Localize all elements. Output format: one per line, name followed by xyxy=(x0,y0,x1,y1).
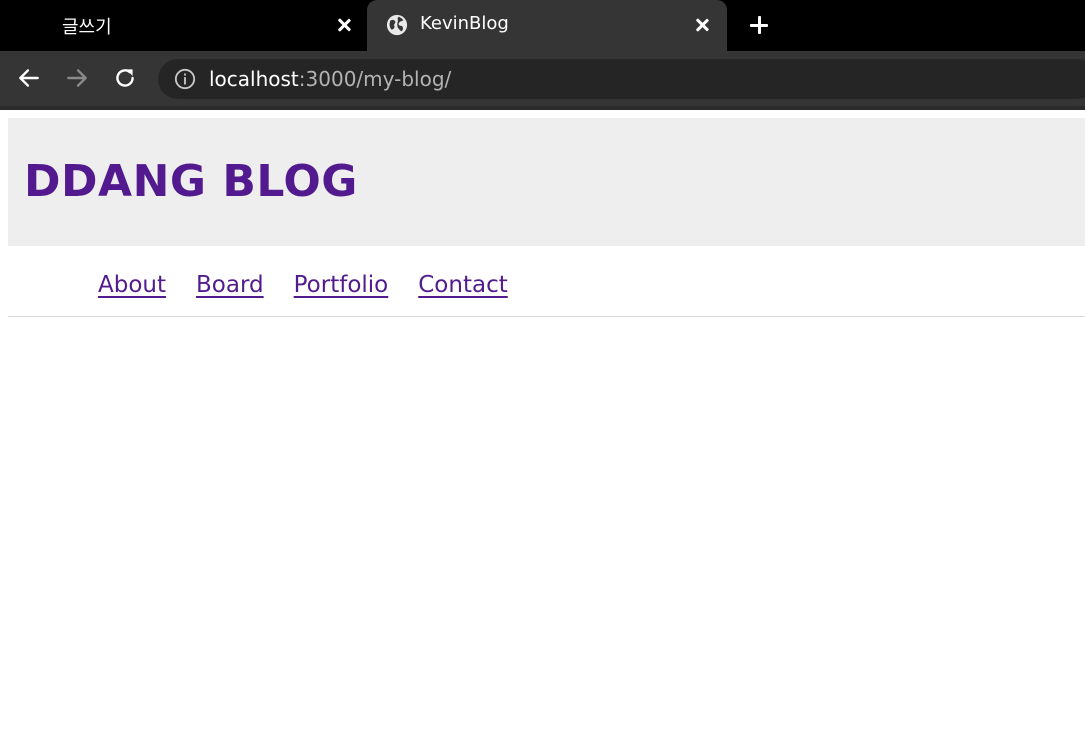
new-tab-plus-icon[interactable] xyxy=(748,14,770,36)
web-page: DDANG BLOG About Board Portfolio Contact xyxy=(0,110,1085,729)
info-icon[interactable] xyxy=(174,68,196,90)
arrow-left-icon xyxy=(19,69,39,87)
url-text: localhost:3000/my-blog/ xyxy=(209,67,451,91)
reload-button[interactable] xyxy=(112,65,138,91)
browser-window: 글쓰기 KevinBlog localhost:3000/my-blog/ DD… xyxy=(0,0,1085,729)
browser-toolbar: localhost:3000/my-blog/ xyxy=(0,51,1085,106)
reload-icon xyxy=(116,69,134,87)
tab-strip: 글쓰기 KevinBlog xyxy=(0,0,1085,51)
nav-link-about[interactable]: About xyxy=(98,272,166,298)
globe-icon xyxy=(386,14,408,36)
back-button[interactable] xyxy=(16,65,42,91)
url-host: localhost xyxy=(209,67,299,91)
site-nav: About Board Portfolio Contact xyxy=(98,272,508,298)
forward-button[interactable] xyxy=(64,65,90,91)
nav-link-contact[interactable]: Contact xyxy=(418,272,507,298)
nav-link-board[interactable]: Board xyxy=(196,272,264,298)
site-title: DDANG BLOG xyxy=(24,156,358,207)
tab-title: 글쓰기 xyxy=(62,17,112,38)
tab-kevinblog[interactable]: KevinBlog xyxy=(367,0,727,51)
arrow-right-icon xyxy=(67,69,87,87)
tab-title: KevinBlog xyxy=(420,13,509,34)
tab-write[interactable]: 글쓰기 xyxy=(0,0,367,51)
tab-close-icon[interactable] xyxy=(692,15,712,35)
address-bar[interactable]: localhost:3000/my-blog/ xyxy=(158,59,1085,99)
nav-link-portfolio[interactable]: Portfolio xyxy=(294,272,389,298)
site-header: DDANG BLOG xyxy=(8,118,1085,246)
url-path: :3000/my-blog/ xyxy=(298,67,452,91)
tab-close-icon[interactable] xyxy=(334,15,354,35)
nav-divider xyxy=(8,316,1085,317)
